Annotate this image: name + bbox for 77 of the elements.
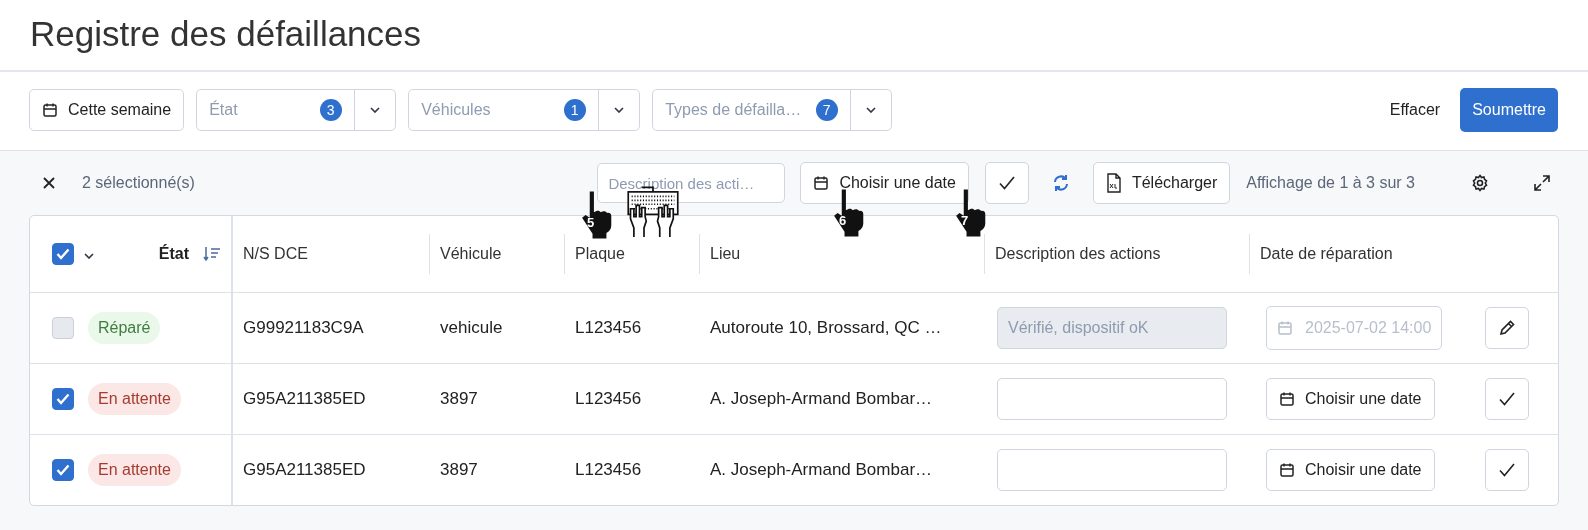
count-badge: 3: [319, 99, 342, 121]
select-placeholder: Véhicules: [421, 101, 492, 119]
date-value: 2025-07-02 14:00: [1305, 319, 1432, 337]
chevron-down-icon: [370, 107, 381, 113]
status-badge: Réparé: [88, 312, 161, 344]
row-checkbox[interactable]: [52, 388, 74, 410]
check-icon: [1498, 391, 1516, 407]
calendar-icon: [1279, 462, 1295, 478]
date-button[interactable]: Choisir une date: [1266, 449, 1435, 491]
status-badge: En attente: [88, 383, 181, 415]
table-cell: L123456: [575, 460, 642, 480]
count-badge: 7: [815, 99, 838, 121]
calendar-icon: [1277, 320, 1293, 336]
expand-icon[interactable]: [1533, 174, 1551, 192]
column-header[interactable]: Véhicule: [440, 245, 502, 263]
hand-pointer-icon: [954, 188, 986, 238]
step-number: 6: [839, 214, 847, 228]
count-badge: 1: [563, 99, 586, 121]
check-icon: [1498, 462, 1516, 478]
close-icon[interactable]: [42, 176, 56, 190]
table-cell: G99921183C9A: [243, 318, 364, 338]
filter-select[interactable]: Types de défailla… 7: [652, 89, 893, 131]
calendar-icon: [42, 102, 58, 118]
column-header[interactable]: Description des actions: [995, 245, 1161, 263]
hand-pointer-icon: [580, 190, 612, 240]
table-cell: G95A211385ED: [243, 389, 366, 409]
pagination-info: Affichage de 1 à 3 sur 3: [1246, 174, 1415, 192]
chevron-down-icon: [614, 107, 625, 113]
table-cell: Autoroute 10, Brossard, QC …: [710, 318, 942, 338]
select-placeholder: Types de défailla…: [665, 101, 803, 119]
description-field: Vérifié, dispositif oK: [997, 307, 1227, 349]
settings-icon[interactable]: [1471, 174, 1489, 192]
description-field[interactable]: [997, 449, 1227, 491]
row-checkbox[interactable]: [52, 243, 74, 265]
step-number: 7: [961, 214, 969, 228]
table-cell: A. Joseph-Armand Bombar…: [710, 389, 933, 409]
calendar-icon: [813, 175, 830, 191]
select-placeholder: État: [209, 101, 239, 119]
description-field[interactable]: [997, 378, 1227, 420]
row-checkbox[interactable]: [52, 459, 74, 481]
column-header[interactable]: N/S DCE: [243, 245, 308, 263]
page-title: Registre des défaillances: [0, 0, 1588, 72]
column-header[interactable]: Date de réparation: [1260, 245, 1393, 263]
column-header[interactable]: État: [158, 245, 189, 263]
table-cell: vehicule: [440, 318, 503, 338]
check-icon: [997, 175, 1016, 191]
hand-pointer-icon: [832, 188, 864, 238]
check-icon: [56, 464, 70, 476]
table-cell: 3897: [440, 460, 478, 480]
period-button[interactable]: Cette semaine: [29, 89, 185, 131]
clear-button[interactable]: Effacer: [1381, 101, 1449, 119]
description-input[interactable]: Description des acti…: [597, 163, 786, 203]
table-cell: L123456: [575, 318, 642, 338]
check-icon: [56, 393, 70, 405]
filter-select[interactable]: Véhicules 1: [408, 89, 641, 131]
step-number: 5: [587, 216, 595, 230]
chevron-down-icon: [866, 107, 877, 113]
edit-button[interactable]: [1485, 307, 1529, 349]
column-header[interactable]: Lieu: [710, 245, 741, 263]
xls-file-icon: [1105, 173, 1122, 193]
pencil-icon: [1498, 319, 1516, 337]
sort-icon[interactable]: [203, 246, 221, 262]
chevron-down-icon: [84, 253, 94, 259]
table-cell: G95A211385ED: [243, 460, 366, 480]
filter-select[interactable]: État 3: [196, 89, 397, 131]
calendar-icon: [1279, 391, 1295, 407]
table-cell: A. Joseph-Armand Bombar…: [710, 460, 933, 480]
column-header[interactable]: Plaque: [575, 245, 625, 263]
download-button[interactable]: Télécharger: [1092, 162, 1231, 204]
date-button[interactable]: Choisir une date: [800, 162, 969, 204]
check-icon: [56, 248, 70, 260]
selection-count: 2 sélectionné(s): [82, 174, 195, 192]
submit-button[interactable]: Soumettre: [1460, 88, 1558, 132]
status-badge: En attente: [88, 454, 181, 486]
table-cell: 3897: [440, 389, 478, 409]
table-cell: L123456: [575, 389, 642, 409]
date-button[interactable]: Choisir une date: [1266, 378, 1435, 420]
